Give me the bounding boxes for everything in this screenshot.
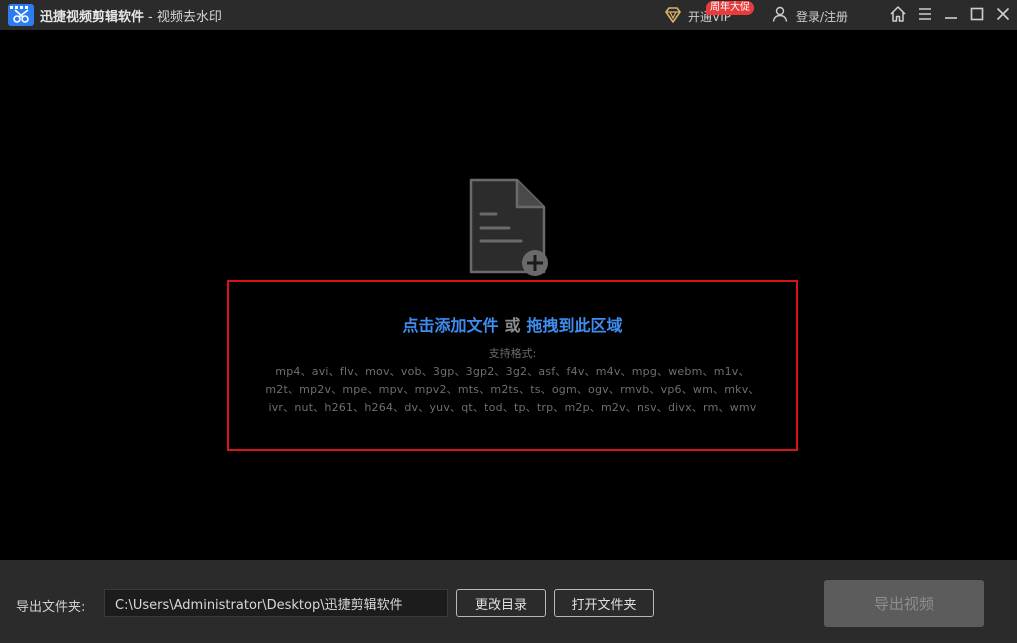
drop-zone[interactable]: 点击添加文件或拖拽到此区域 支持格式: mp4、avi、flv、mov、vob、…: [227, 280, 798, 451]
page-subtitle: - 视频去水印: [148, 10, 222, 25]
export-path-field[interactable]: [104, 589, 448, 617]
drop-instruction: 点击添加文件或拖拽到此区域: [229, 312, 796, 336]
vip-button[interactable]: 开通VIP 周年大促: [664, 1, 754, 26]
promo-badge: 周年大促: [706, 1, 754, 15]
formats-title: 支持格式:: [488, 347, 537, 360]
close-icon: [996, 7, 1010, 21]
app-name: 迅捷视频剪辑软件: [40, 10, 145, 25]
login-label: 登录/注册: [796, 10, 849, 24]
formats-line: m2t、mp2v、mpe、mpv、mpv2、mts、m2ts、ts、ogm、og…: [265, 383, 760, 396]
minimize-button[interactable]: [940, 3, 962, 25]
export-video-button[interactable]: 导出视频: [824, 580, 984, 627]
export-folder-label: 导出文件夹:: [16, 600, 86, 615]
app-title: 迅捷视频剪辑软件 - 视频去水印: [40, 6, 222, 25]
menu-button[interactable]: [914, 3, 936, 25]
close-button[interactable]: [992, 3, 1014, 25]
title-bar: 迅捷视频剪辑软件 - 视频去水印 开通VIP 周年大促 登录/注册: [0, 0, 1017, 30]
bottom-bar: 导出文件夹: 更改目录 打开文件夹 导出视频: [0, 560, 1017, 643]
formats-line: mp4、avi、flv、mov、vob、3gp、3gp2、3g2、asf、f4v…: [275, 365, 750, 378]
add-file-icon[interactable]: [466, 178, 552, 278]
scissors-film-logo-icon: [8, 4, 34, 26]
open-folder-button[interactable]: 打开文件夹: [554, 589, 654, 617]
change-directory-button[interactable]: 更改目录: [456, 589, 546, 617]
user-icon: [772, 6, 788, 22]
add-file-link[interactable]: 点击添加文件: [402, 316, 498, 335]
diamond-icon: [665, 7, 681, 23]
menu-icon: [919, 8, 931, 20]
maximize-icon: [970, 7, 984, 21]
home-button[interactable]: [887, 3, 909, 25]
maximize-button[interactable]: [966, 3, 988, 25]
formats-line: ivr、nut、h261、h264、dv、yuv、qt、tod、tp、trp、m…: [268, 401, 757, 414]
drag-hint: 拖拽到此区域: [526, 316, 623, 335]
or-text: 或: [504, 316, 521, 335]
home-icon: [890, 6, 906, 22]
minimize-icon: [945, 17, 957, 19]
